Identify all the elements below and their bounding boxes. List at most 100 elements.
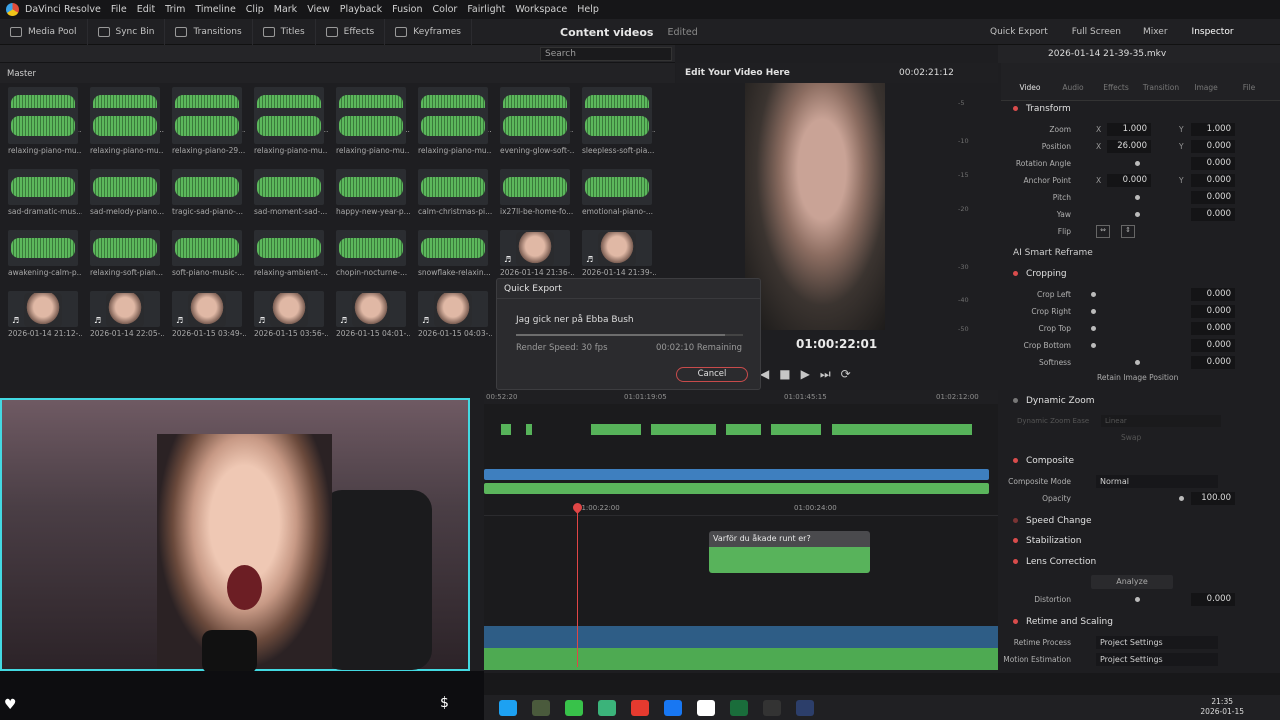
section-ai-reframe[interactable]: AI Smart Reframe — [1013, 248, 1093, 258]
mixer-button[interactable]: Mixer — [1143, 27, 1168, 37]
opacity-field[interactable]: 100.00 — [1191, 492, 1235, 505]
composite-mode-select[interactable]: Normal — [1096, 475, 1218, 488]
media-clip[interactable]: relaxing-piano-mu... — [90, 96, 164, 155]
inspector-button[interactable]: Inspector — [1192, 27, 1234, 37]
cancel-button[interactable]: Cancel — [676, 367, 748, 382]
anchor-x-field[interactable]: 0.000 — [1107, 174, 1151, 187]
menu-playback[interactable]: Playback — [340, 4, 382, 15]
media-clip[interactable]: awakening-calm-p... — [8, 218, 82, 277]
crop-right-field[interactable]: 0.000 — [1191, 305, 1235, 318]
media-pool-button[interactable]: Media Pool — [0, 18, 88, 45]
enable-dot[interactable] — [1013, 538, 1018, 543]
section-dynamic-zoom[interactable]: Dynamic Zoom — [1013, 396, 1095, 406]
slider-knob[interactable] — [1091, 326, 1096, 331]
tab-effects[interactable]: Effects — [1096, 83, 1136, 92]
transitions-button[interactable]: Transitions — [165, 18, 253, 45]
anchor-y-field[interactable]: 0.000 — [1191, 174, 1235, 187]
tab-file[interactable]: File — [1229, 83, 1269, 92]
media-clip[interactable]: ix27ll-be-home-fo... — [500, 157, 573, 216]
analyze-button[interactable]: Analyze — [1091, 575, 1173, 589]
section-lens-correction[interactable]: Lens Correction — [1013, 557, 1096, 567]
media-clip[interactable]: ♬ 2026-01-15 03:49-... — [172, 279, 246, 338]
menu-color[interactable]: Color — [433, 4, 458, 15]
section-speed-change[interactable]: Speed Change — [1013, 516, 1092, 526]
prev-frame-icon[interactable]: ◀ — [760, 367, 769, 381]
media-clip[interactable]: soft-piano-music-... — [172, 218, 244, 277]
app-icon[interactable] — [565, 699, 583, 716]
slider-knob[interactable] — [1135, 161, 1140, 166]
minecraft-icon[interactable] — [532, 699, 550, 716]
play-icon[interactable]: ▶ — [801, 367, 810, 381]
enable-dot[interactable] — [1013, 619, 1018, 624]
crop-left-field[interactable]: 0.000 — [1191, 288, 1235, 301]
whatsapp-icon[interactable] — [598, 699, 616, 716]
swap-button[interactable]: Swap — [1121, 433, 1141, 442]
full-screen-button[interactable]: Full Screen — [1072, 27, 1121, 37]
media-clip[interactable]: evening-glow-soft-... — [500, 96, 574, 155]
crop-bottom-field[interactable]: 0.000 — [1191, 339, 1235, 352]
menu-mark[interactable]: Mark — [274, 4, 297, 15]
effects-button[interactable]: Effects — [316, 18, 386, 45]
next-clip-icon[interactable]: ⏭ — [820, 367, 831, 382]
timeline[interactable]: 00:52:20 01:01:19:05 01:01:45:15 01:02:1… — [484, 390, 998, 670]
titles-button[interactable]: Titles — [253, 18, 316, 45]
media-clip[interactable]: ♬ 2026-01-14 21:36-... — [500, 218, 574, 277]
slider-knob[interactable] — [1135, 360, 1140, 365]
keyframes-button[interactable]: Keyframes — [385, 18, 472, 45]
menu-file[interactable]: File — [111, 4, 127, 15]
section-stabilization[interactable]: Stabilization — [1013, 536, 1081, 546]
menu-view[interactable]: View — [307, 4, 330, 15]
audio-track[interactable] — [484, 626, 998, 670]
media-clip[interactable]: ♬ 2026-01-14 22:05-... — [90, 279, 164, 338]
excel-icon[interactable] — [730, 699, 748, 716]
media-clip[interactable]: snowflake-relaxin... — [418, 218, 491, 277]
playhead[interactable] — [577, 507, 578, 667]
rotation-field[interactable]: 0.000 — [1191, 157, 1235, 170]
youtube-icon[interactable] — [631, 699, 649, 716]
media-clip[interactable]: calm-christmas-pi... — [418, 157, 492, 216]
position-x-field[interactable]: 26.000 — [1107, 140, 1151, 153]
section-composite[interactable]: Composite — [1013, 456, 1074, 466]
menu-trim[interactable]: Trim — [165, 4, 185, 15]
media-clip[interactable]: relaxing-piano-mu... — [254, 96, 328, 155]
media-clip[interactable]: relaxing-soft-pian... — [90, 218, 163, 277]
slider-knob[interactable] — [1135, 597, 1140, 602]
menu-app[interactable]: DaVinci Resolve — [25, 4, 101, 15]
enable-dot[interactable] — [1013, 271, 1018, 276]
media-clip[interactable]: sleepless-soft-pia... — [582, 96, 654, 155]
enable-dot[interactable] — [1013, 106, 1018, 111]
media-clip[interactable]: chopin-nocturne-... — [336, 218, 407, 277]
softness-field[interactable]: 0.000 — [1191, 356, 1235, 369]
section-retime[interactable]: Retime and Scaling — [1013, 617, 1113, 627]
media-clip[interactable]: relaxing-piano-mu... — [418, 96, 492, 155]
media-clip[interactable]: sad-dramatic-mus... — [8, 157, 82, 216]
slider-knob[interactable] — [1135, 212, 1140, 217]
retime-process-select[interactable]: Project Settings — [1096, 636, 1218, 649]
slider-knob[interactable] — [1091, 309, 1096, 314]
edge-icon[interactable] — [499, 699, 517, 716]
media-clip[interactable]: relaxing-ambient-... — [254, 218, 328, 277]
motion-estimation-select[interactable]: Project Settings — [1096, 653, 1218, 666]
timeline-ruler[interactable]: 01:00:22:00 01:00:24:00 — [484, 500, 998, 516]
menu-timeline[interactable]: Timeline — [195, 4, 235, 15]
dyn-ease-select[interactable]: Linear — [1101, 415, 1221, 427]
enable-dot[interactable] — [1013, 398, 1018, 403]
media-clip[interactable]: ♬ 2026-01-15 04:01-... — [336, 279, 410, 338]
yaw-field[interactable]: 0.000 — [1191, 208, 1235, 221]
slider-knob[interactable] — [1091, 343, 1096, 348]
menu-fairlight[interactable]: Fairlight — [467, 4, 505, 15]
media-clip[interactable]: happy-new-year-p... — [336, 157, 410, 216]
enable-dot[interactable] — [1013, 518, 1018, 523]
media-clip[interactable]: tragic-sad-piano-... — [172, 157, 243, 216]
media-clip[interactable]: sad-melody-piano... — [90, 157, 164, 216]
enable-dot[interactable] — [1013, 458, 1018, 463]
media-clip[interactable]: sad-moment-sad-... — [254, 157, 327, 216]
loop-icon[interactable]: ⟳ — [841, 367, 851, 381]
facebook-icon[interactable] — [664, 699, 682, 716]
media-clip[interactable]: ♬ 2026-01-14 21:39-... — [582, 218, 656, 277]
slider-knob[interactable] — [1135, 195, 1140, 200]
flip-horizontal-icon[interactable]: ⇔ — [1096, 225, 1110, 238]
media-clip[interactable]: emotional-piano-... — [582, 157, 653, 216]
position-y-field[interactable]: 0.000 — [1191, 140, 1235, 153]
zoom-x-field[interactable]: 1.000 — [1107, 123, 1151, 136]
